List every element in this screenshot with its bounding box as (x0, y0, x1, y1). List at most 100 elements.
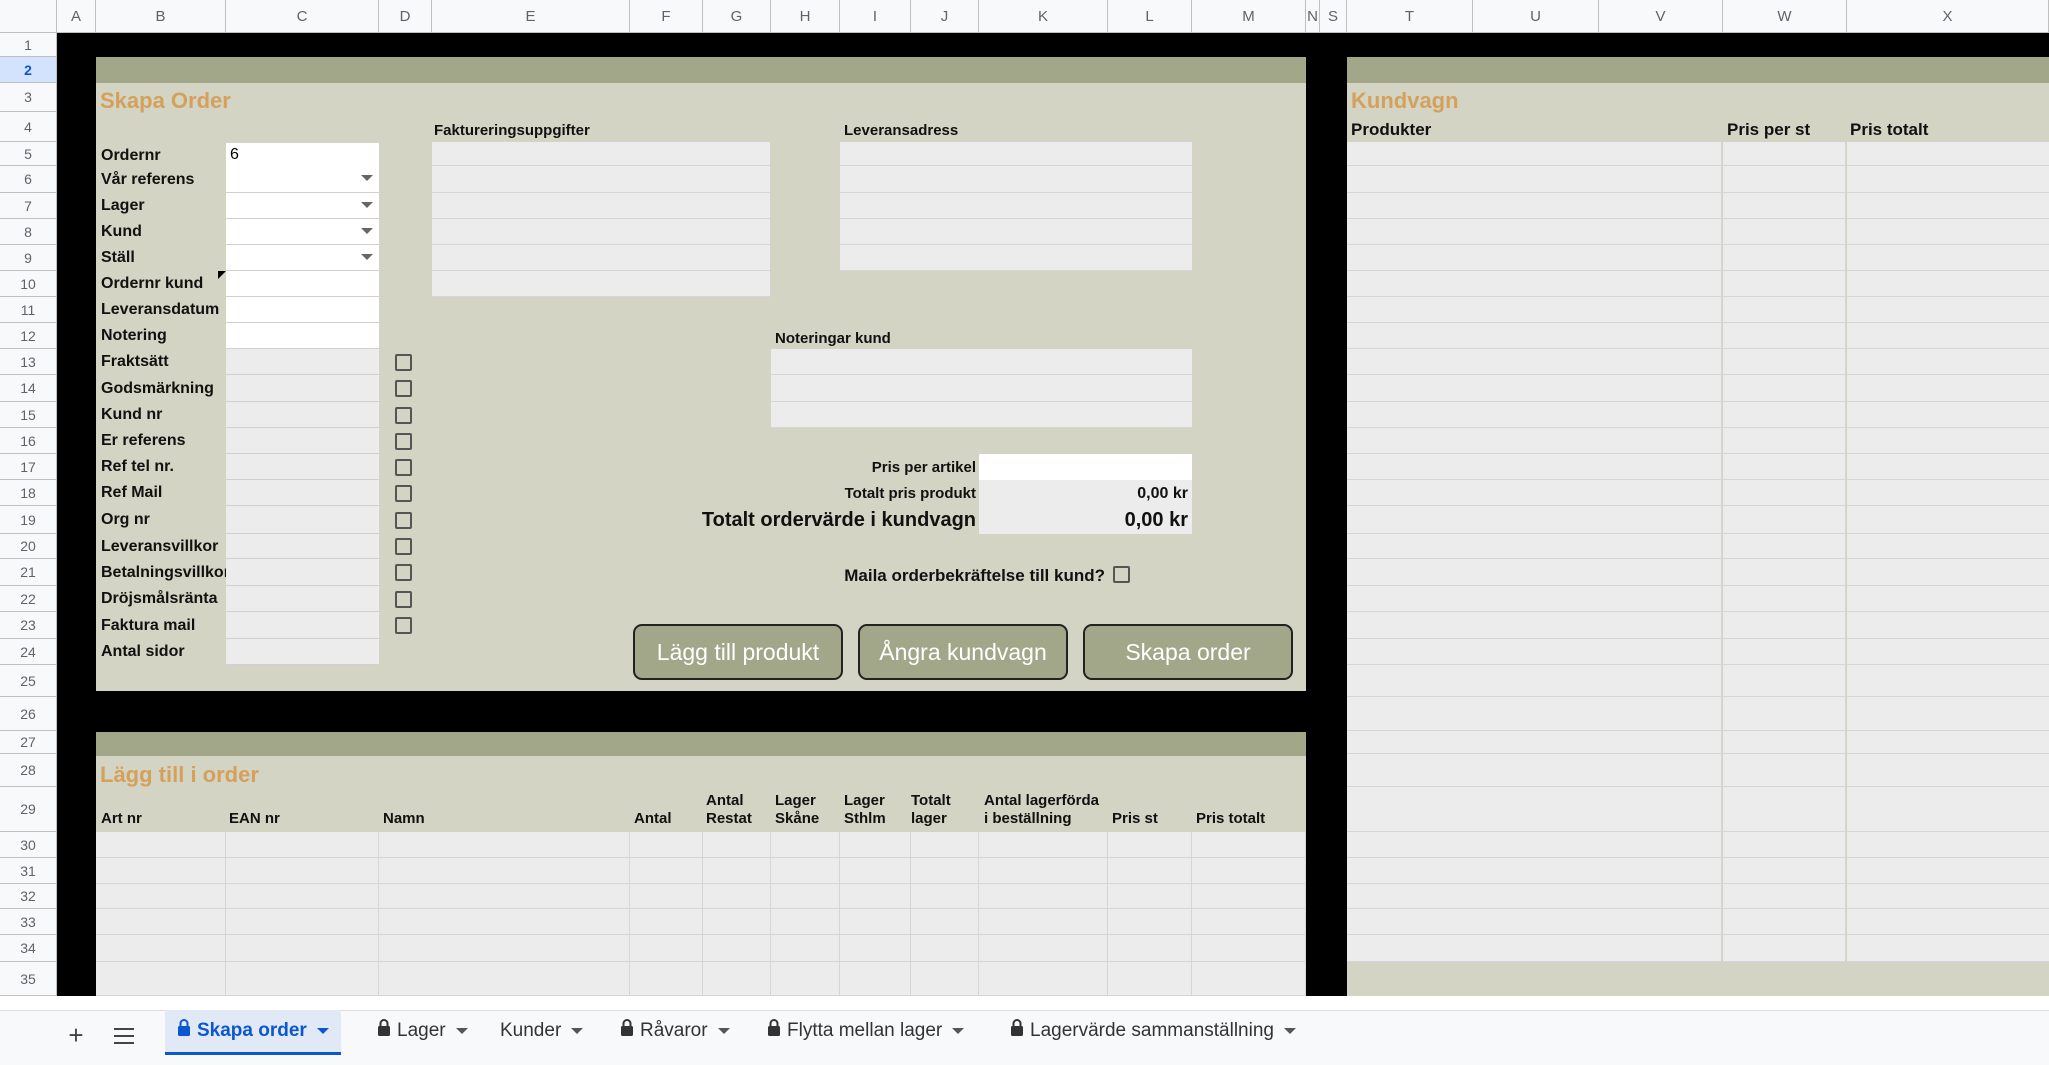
kundvagn-product-cell[interactable] (1347, 142, 1722, 166)
lagg-till-cell[interactable] (911, 935, 979, 962)
column-header-w[interactable]: W (1723, 0, 1847, 33)
lagg-till-cell[interactable] (96, 832, 226, 858)
lagg-till-cell[interactable] (226, 909, 379, 935)
lagg-till-cell[interactable] (1192, 935, 1306, 962)
sheet-tab[interactable]: Skapa order (165, 1010, 341, 1055)
row-header-30[interactable]: 30 (0, 832, 57, 858)
noteringar-cell[interactable] (771, 375, 1192, 402)
lagg-till-cell[interactable] (979, 909, 1108, 935)
faktura-cell[interactable] (432, 166, 770, 193)
kundvagn-price-cell[interactable] (1723, 586, 1846, 612)
noteringar-cell[interactable] (771, 402, 1192, 428)
field-input-cell[interactable] (218, 271, 379, 297)
kundvagn-product-cell[interactable] (1347, 534, 1722, 559)
field-checkbox[interactable] (395, 617, 412, 634)
column-header-f[interactable]: F (630, 0, 703, 33)
column-header-x[interactable]: X (1847, 0, 2049, 33)
chevron-down-icon[interactable] (316, 1028, 329, 1034)
field-input-cell[interactable] (226, 349, 379, 375)
field-input-cell[interactable] (226, 193, 379, 219)
row-header-34[interactable]: 34 (0, 935, 57, 962)
row-header-6[interactable]: 6 (0, 166, 57, 193)
field-input-cell[interactable] (226, 639, 379, 665)
kundvagn-price-cell[interactable] (1723, 935, 1846, 962)
lagg-till-cell[interactable] (226, 832, 379, 858)
lagg-till-cell[interactable] (911, 962, 979, 996)
lagg-till-cell[interactable] (226, 935, 379, 962)
kundvagn-product-cell[interactable] (1347, 297, 1722, 323)
kundvagn-price-cell[interactable] (1723, 858, 1846, 884)
faktura-cell[interactable] (432, 245, 770, 271)
sheet-tab[interactable]: Flytta mellan lager (755, 1010, 976, 1052)
kundvagn-product-cell[interactable] (1347, 219, 1722, 245)
sheet-tab[interactable]: Lager (365, 1010, 480, 1052)
dropdown-arrow-icon[interactable] (361, 228, 373, 234)
leverans-cell[interactable] (840, 166, 1192, 193)
row-header-13[interactable]: 13 (0, 349, 57, 375)
maila-checkbox[interactable] (1113, 566, 1130, 583)
lagg-till-cell[interactable] (771, 909, 840, 935)
kundvagn-product-cell[interactable] (1347, 884, 1722, 909)
row-header-22[interactable]: 22 (0, 586, 57, 612)
column-header-l[interactable]: L (1108, 0, 1192, 33)
field-checkbox[interactable] (395, 432, 412, 450)
faktura-cell[interactable] (432, 219, 770, 245)
kundvagn-total-cell[interactable] (1847, 534, 2049, 559)
pris-per-artikel-cell[interactable] (979, 454, 1192, 480)
kundvagn-total-cell[interactable] (1847, 909, 2049, 935)
lagg-till-cell[interactable] (771, 935, 840, 962)
kundvagn-price-cell[interactable] (1723, 754, 1846, 787)
kundvagn-price-cell[interactable] (1723, 142, 1846, 166)
row-header-8[interactable]: 8 (0, 219, 57, 245)
lagg-till-cell[interactable] (703, 858, 771, 884)
lagg-till-cell[interactable] (840, 858, 911, 884)
lagg-till-produkt-button[interactable]: Lägg till produkt (633, 624, 843, 680)
lagg-till-cell[interactable] (226, 962, 379, 996)
column-header-n[interactable]: N (1306, 0, 1320, 33)
leverans-cell[interactable] (840, 245, 1192, 271)
lagg-till-cell[interactable] (379, 832, 630, 858)
column-header-h[interactable]: H (771, 0, 840, 33)
field-input-cell[interactable] (226, 454, 379, 480)
row-header-12[interactable]: 12 (0, 323, 57, 349)
lagg-till-cell[interactable] (379, 935, 630, 962)
lagg-till-cell[interactable] (840, 832, 911, 858)
kundvagn-total-cell[interactable] (1847, 586, 2049, 612)
kundvagn-product-cell[interactable] (1347, 697, 1722, 731)
row-header-16[interactable]: 16 (0, 428, 57, 454)
field-checkbox[interactable] (395, 353, 412, 371)
kundvagn-total-cell[interactable] (1847, 612, 2049, 639)
lagg-till-cell[interactable] (911, 884, 979, 909)
field-input-cell[interactable] (226, 402, 379, 428)
row-header-24[interactable]: 24 (0, 639, 57, 665)
chevron-down-icon[interactable] (952, 1028, 965, 1034)
lagg-till-cell[interactable] (96, 909, 226, 935)
ordernr-cell[interactable]: 6 (226, 143, 379, 168)
lagg-till-cell[interactable] (911, 858, 979, 884)
lagg-till-cell[interactable] (226, 858, 379, 884)
row-header-2[interactable]: 2 (0, 57, 57, 83)
kundvagn-total-cell[interactable] (1847, 731, 2049, 754)
field-input-cell[interactable] (226, 612, 379, 639)
kundvagn-total-cell[interactable] (1847, 754, 2049, 787)
row-header-21[interactable]: 21 (0, 559, 57, 586)
lagg-till-cell[interactable] (840, 935, 911, 962)
kundvagn-total-cell[interactable] (1847, 884, 2049, 909)
kundvagn-price-cell[interactable] (1723, 639, 1846, 665)
field-input-cell[interactable] (226, 428, 379, 454)
kundvagn-total-cell[interactable] (1847, 245, 2049, 271)
lagg-till-cell[interactable] (1192, 909, 1306, 935)
sheet-tab[interactable]: Lagervärde sammanställning (998, 1010, 1308, 1052)
field-input-cell[interactable] (226, 534, 379, 559)
kundvagn-price-cell[interactable] (1723, 559, 1846, 586)
column-header-v[interactable]: V (1599, 0, 1723, 33)
lagg-till-cell[interactable] (840, 884, 911, 909)
kundvagn-price-cell[interactable] (1723, 884, 1846, 909)
lagg-till-cell[interactable] (630, 962, 703, 996)
kundvagn-price-cell[interactable] (1723, 219, 1846, 245)
lagg-till-cell[interactable] (96, 884, 226, 909)
sheet-tab[interactable]: Råvaror (608, 1010, 742, 1052)
kundvagn-total-cell[interactable] (1847, 375, 2049, 402)
lagg-till-cell[interactable] (840, 962, 911, 996)
noteringar-cell[interactable] (771, 349, 1192, 375)
